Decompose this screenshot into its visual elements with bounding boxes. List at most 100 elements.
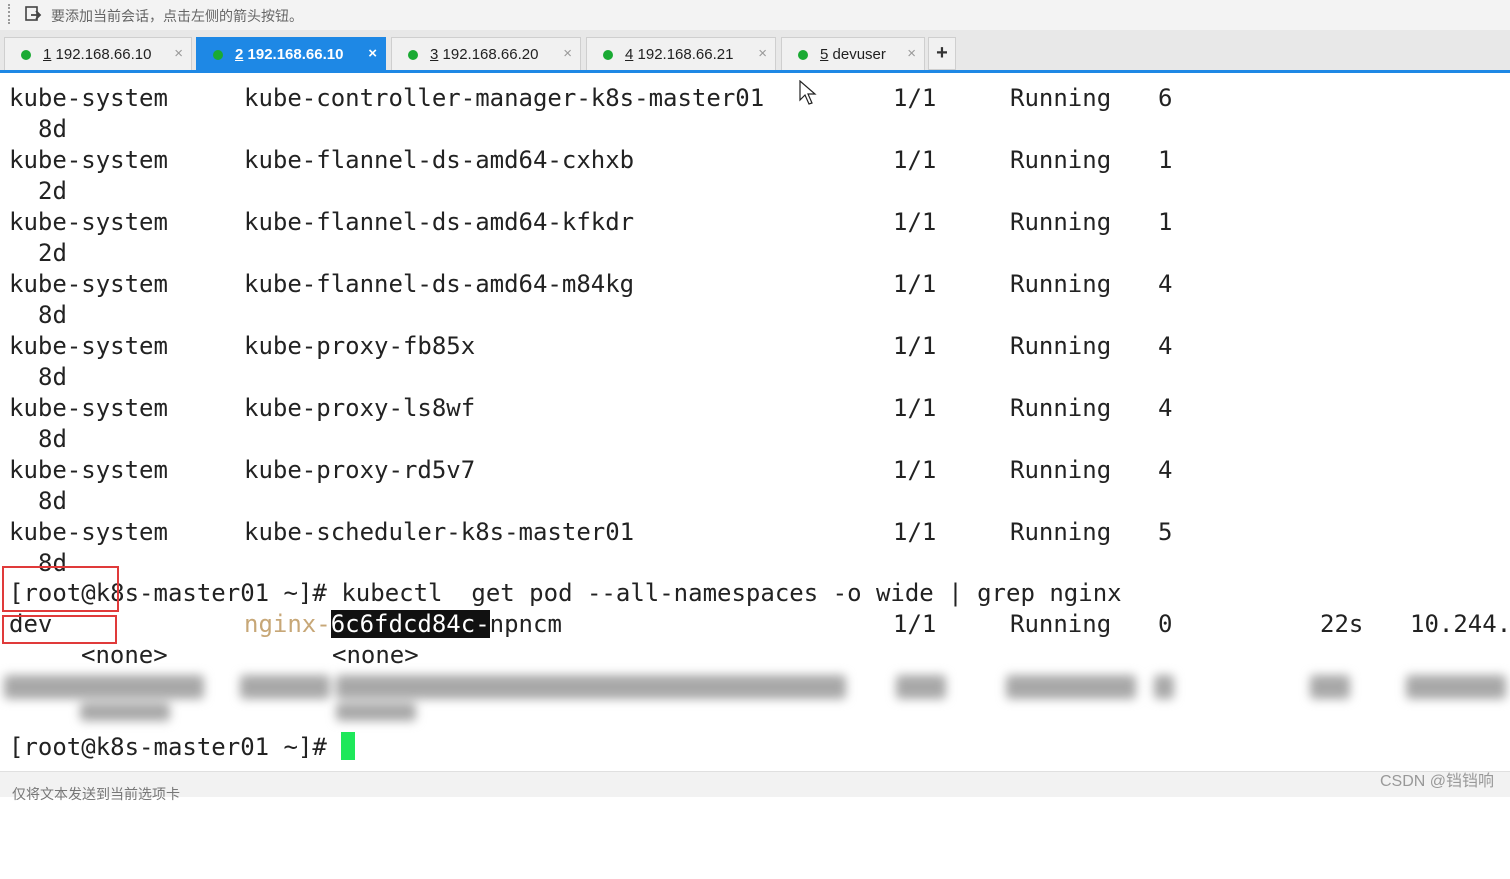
restarts-cell: 4: [1158, 270, 1173, 298]
pod-row: kube-system kube-flannel-ds-amd64-m84kg …: [9, 269, 1172, 299]
result-continuation: <none> <none>: [9, 640, 419, 670]
connected-status-icon: [408, 50, 418, 60]
pod-name-cell: kube-flannel-ds-amd64-m84kg: [244, 270, 635, 298]
namespace-cell: kube-system: [9, 84, 168, 112]
red-annotation-box: [2, 615, 117, 644]
pod-row: kube-system kube-scheduler-k8s-master01 …: [9, 517, 1172, 547]
mouse-pointer-icon: [799, 80, 817, 105]
pod-row: kube-system kube-proxy-ls8wf 1/1 Running…: [9, 393, 1172, 423]
restarts-cell: 4: [1158, 394, 1173, 422]
restarts-cell: 4: [1158, 456, 1173, 484]
tab-label: devuser: [832, 46, 886, 63]
ready-cell: 1/1: [893, 456, 937, 484]
pod-name-cell: kube-controller-manager-k8s-master01: [244, 84, 765, 112]
tab-number: 4: [625, 46, 634, 63]
namespace-cell: kube-system: [9, 332, 168, 360]
status-cell: Running: [1010, 332, 1112, 360]
ready-cell: 1/1: [893, 84, 937, 112]
ready-cell: 1/1: [893, 146, 937, 174]
readiness-gates-cell: <none>: [332, 641, 419, 669]
namespace-cell: kube-system: [9, 146, 168, 174]
pod-row: kube-system kube-controller-manager-k8s-…: [9, 83, 1172, 113]
namespace-cell: kube-system: [9, 208, 168, 236]
connected-status-icon: [21, 50, 31, 60]
watermark: CSDN @铛铛响: [1379, 773, 1494, 790]
terminal-cursor: [341, 732, 356, 760]
ready-cell: 1/1: [893, 518, 937, 546]
age-cell: 2d: [38, 239, 67, 267]
tab-session-1[interactable]: 1 192.168.66.10 ×: [4, 37, 192, 70]
status-cell: Running: [1010, 518, 1112, 546]
shell-prompt: [root@k8s-master01 ~]#: [9, 733, 327, 761]
ready-cell: 1/1: [893, 208, 937, 236]
restarts-cell: 4: [1158, 332, 1173, 360]
tab-session-4[interactable]: 4 192.168.66.21 ×: [586, 37, 776, 70]
ready-cell: 1/1: [893, 332, 937, 360]
send-to-tab-text: 仅将文本发送到当前选项卡: [12, 786, 180, 802]
command-line: [root@k8s-master01 ~]# kubectl get pod -…: [9, 578, 1122, 608]
session-hint-bar: 要添加当前会话，点击左侧的箭头按钮。: [0, 0, 1510, 31]
close-tab-icon[interactable]: ×: [174, 45, 183, 62]
restarts-cell: 6: [1158, 84, 1173, 112]
age-cell: 8d: [38, 115, 67, 143]
status-cell: Running: [1010, 208, 1112, 236]
hint-text: 要添加当前会话，点击左侧的箭头按钮。: [51, 8, 303, 24]
red-annotation-box: [2, 566, 119, 612]
toolbar-grip[interactable]: [8, 4, 12, 24]
close-tab-icon[interactable]: ×: [758, 45, 767, 62]
connected-status-icon: [798, 50, 808, 60]
pod-row: kube-system kube-proxy-rd5v7 1/1 Running…: [9, 455, 1172, 485]
command-text: kubectl get pod --all-namespaces -o wide…: [326, 579, 1122, 607]
status-cell: Running: [1010, 146, 1112, 174]
pod-row: kube-system kube-flannel-ds-amd64-kfkdr …: [9, 207, 1172, 237]
pod-name-cell: kube-flannel-ds-amd64-cxhxb: [244, 146, 635, 174]
tab-session-3[interactable]: 3 192.168.66.20 ×: [391, 37, 581, 70]
redacted-blur-region: [0, 667, 1510, 727]
tab-number: 1: [43, 46, 52, 63]
pod-name-cell: kube-proxy-fb85x: [244, 332, 476, 360]
restarts-cell: 1: [1158, 208, 1173, 236]
age-cell: 8d: [38, 363, 67, 391]
pod-row: kube-system kube-proxy-fb85x 1/1 Running…: [9, 331, 1172, 361]
connected-status-icon: [603, 50, 613, 60]
restarts-cell: 0: [1158, 610, 1173, 638]
status-cell: Running: [1010, 394, 1112, 422]
restarts-cell: 1: [1158, 146, 1173, 174]
tab-session-5[interactable]: 5 devuser ×: [781, 37, 925, 70]
ip-cell: 10.244.: [1410, 610, 1510, 638]
pod-name-cell: kube-proxy-rd5v7: [244, 456, 476, 484]
namespace-cell: kube-system: [9, 270, 168, 298]
ready-cell: 1/1: [893, 610, 937, 638]
tab-label: 192.168.66.10: [247, 46, 344, 63]
status-cell: Running: [1010, 456, 1112, 484]
add-tab-button[interactable]: +: [928, 37, 956, 70]
status-cell: Running: [1010, 84, 1112, 112]
age-cell: 8d: [38, 425, 67, 453]
tab-label: 192.168.66.21: [637, 46, 734, 63]
close-tab-icon[interactable]: ×: [907, 45, 916, 62]
pod-name-cell: kube-flannel-ds-amd64-kfkdr: [244, 208, 635, 236]
age-cell: 8d: [38, 301, 67, 329]
session-tab-bar: 1 192.168.66.10 × 2 192.168.66.10 × 3 19…: [0, 30, 1510, 73]
tab-label: 192.168.66.20: [442, 46, 539, 63]
ready-cell: 1/1: [893, 394, 937, 422]
tab-number: 5: [820, 46, 829, 63]
active-prompt-line[interactable]: [root@k8s-master01 ~]#: [9, 732, 356, 762]
pod-name-cell: kube-proxy-ls8wf: [244, 394, 476, 422]
age-cell: 8d: [38, 487, 67, 515]
namespace-cell: kube-system: [9, 456, 168, 484]
tab-label: 192.168.66.10: [55, 46, 152, 63]
connected-status-icon: [213, 50, 223, 60]
pod-name-cell[interactable]: nginx-6c6fdcd84c-npncm: [244, 609, 562, 639]
status-cell: Running: [1010, 270, 1112, 298]
tab-session-2[interactable]: 2 192.168.66.10 ×: [196, 37, 386, 70]
ready-cell: 1/1: [893, 270, 937, 298]
close-tab-icon[interactable]: ×: [368, 45, 377, 62]
pod-row: kube-system kube-flannel-ds-amd64-cxhxb …: [9, 145, 1172, 175]
status-bar: 仅将文本发送到当前选项卡: [0, 771, 1510, 802]
selected-text: 6c6fdcd84c-: [330, 610, 490, 638]
arrow-into-box-icon[interactable]: [24, 5, 42, 23]
nominated-node-cell: <none>: [81, 641, 168, 669]
close-tab-icon[interactable]: ×: [563, 45, 572, 62]
restarts-cell: 5: [1158, 518, 1173, 546]
